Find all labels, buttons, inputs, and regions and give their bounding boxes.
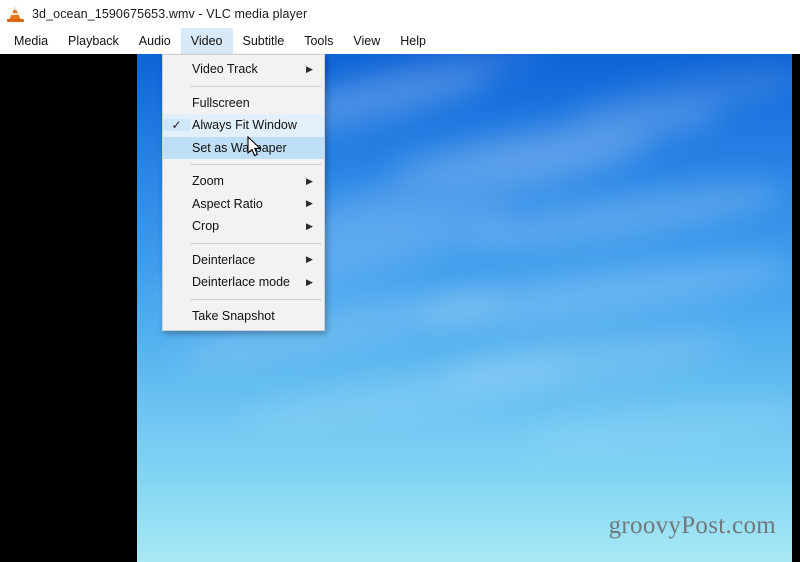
window-title: 3d_ocean_1590675653.wmv - VLC media play… (32, 7, 308, 21)
menu-item-fullscreen[interactable]: Fullscreen (163, 92, 324, 115)
menu-item-label: Video Track (192, 62, 258, 77)
cloud-wisp (465, 169, 789, 263)
cloud-wisp (415, 242, 796, 342)
submenu-arrow-icon: ▶ (306, 220, 313, 231)
video-playback-area[interactable]: groovyPost.com (0, 54, 800, 562)
menubar-item-video[interactable]: Video (180, 28, 233, 54)
checkmark-icon: ✓ (163, 119, 190, 132)
menu-item-zoom[interactable]: Zoom ▶ (163, 170, 324, 193)
menu-item-aspect-ratio[interactable]: Aspect Ratio ▶ (163, 193, 324, 216)
menubar-item-audio[interactable]: Audio (129, 28, 181, 54)
menu-item-take-snapshot[interactable]: Take Snapshot (163, 305, 324, 328)
menu-separator (190, 85, 322, 87)
watermark: groovyPost.com (608, 512, 776, 539)
submenu-arrow-icon: ▶ (306, 63, 313, 74)
menu-item-crop[interactable]: Crop ▶ (163, 215, 324, 238)
menubar-item-playback[interactable]: Playback (58, 28, 129, 54)
menu-item-set-as-wallpaper[interactable]: Set as Wallpaper (163, 136, 324, 159)
submenu-arrow-icon: ▶ (306, 198, 313, 209)
video-dropdown-menu[interactable]: Video Track ▶ Fullscreen ✓ Always Fit Wi… (162, 54, 325, 331)
cloud-wisp (386, 92, 728, 192)
submenu-arrow-icon: ▶ (306, 276, 313, 287)
vlc-cone-icon (7, 6, 24, 23)
menubar-item-subtitle[interactable]: Subtitle (233, 28, 295, 54)
menubar-item-help[interactable]: Help (390, 28, 436, 54)
menu-item-label: Aspect Ratio (192, 196, 263, 211)
menu-bar: Media Playback Audio Video Subtitle Tool… (0, 28, 800, 54)
menubar-item-media[interactable]: Media (4, 28, 58, 54)
menu-item-video-track[interactable]: Video Track ▶ (163, 58, 324, 81)
menu-item-deinterlace-mode[interactable]: Deinterlace mode ▶ (163, 271, 324, 294)
menu-item-label: Fullscreen (192, 95, 250, 110)
cloud-wisp (565, 56, 796, 138)
submenu-arrow-icon: ▶ (306, 175, 313, 186)
menu-item-always-fit-window[interactable]: ✓ Always Fit Window (163, 114, 324, 137)
menu-item-label: Deinterlace mode (192, 275, 290, 290)
menu-item-label: Set as Wallpaper (192, 140, 287, 155)
menu-item-label: Deinterlace (192, 252, 256, 267)
menu-separator (190, 164, 322, 165)
menubar-item-tools[interactable]: Tools (294, 28, 343, 54)
menu-separator (190, 298, 322, 300)
vlc-media-player-window: 3d_ocean_1590675653.wmv - VLC media play… (0, 0, 800, 562)
cloud-wisp (515, 394, 796, 462)
title-bar: 3d_ocean_1590675653.wmv - VLC media play… (0, 0, 800, 28)
menu-item-label: Zoom (192, 174, 224, 189)
menu-item-label: Take Snapshot (192, 308, 275, 323)
submenu-arrow-icon: ▶ (306, 254, 313, 265)
menu-item-label: Always Fit Window (192, 118, 297, 133)
cloud-wisp (435, 320, 739, 398)
menu-item-deinterlace[interactable]: Deinterlace ▶ (163, 249, 324, 272)
menubar-item-view[interactable]: View (343, 28, 390, 54)
cloud-wisp (287, 54, 547, 132)
letterbox-bar-right (792, 54, 796, 562)
menu-separator (190, 242, 322, 244)
menu-item-label: Crop (192, 219, 220, 234)
cloud-wisp (235, 344, 579, 446)
letterbox-bar-left (0, 54, 137, 562)
